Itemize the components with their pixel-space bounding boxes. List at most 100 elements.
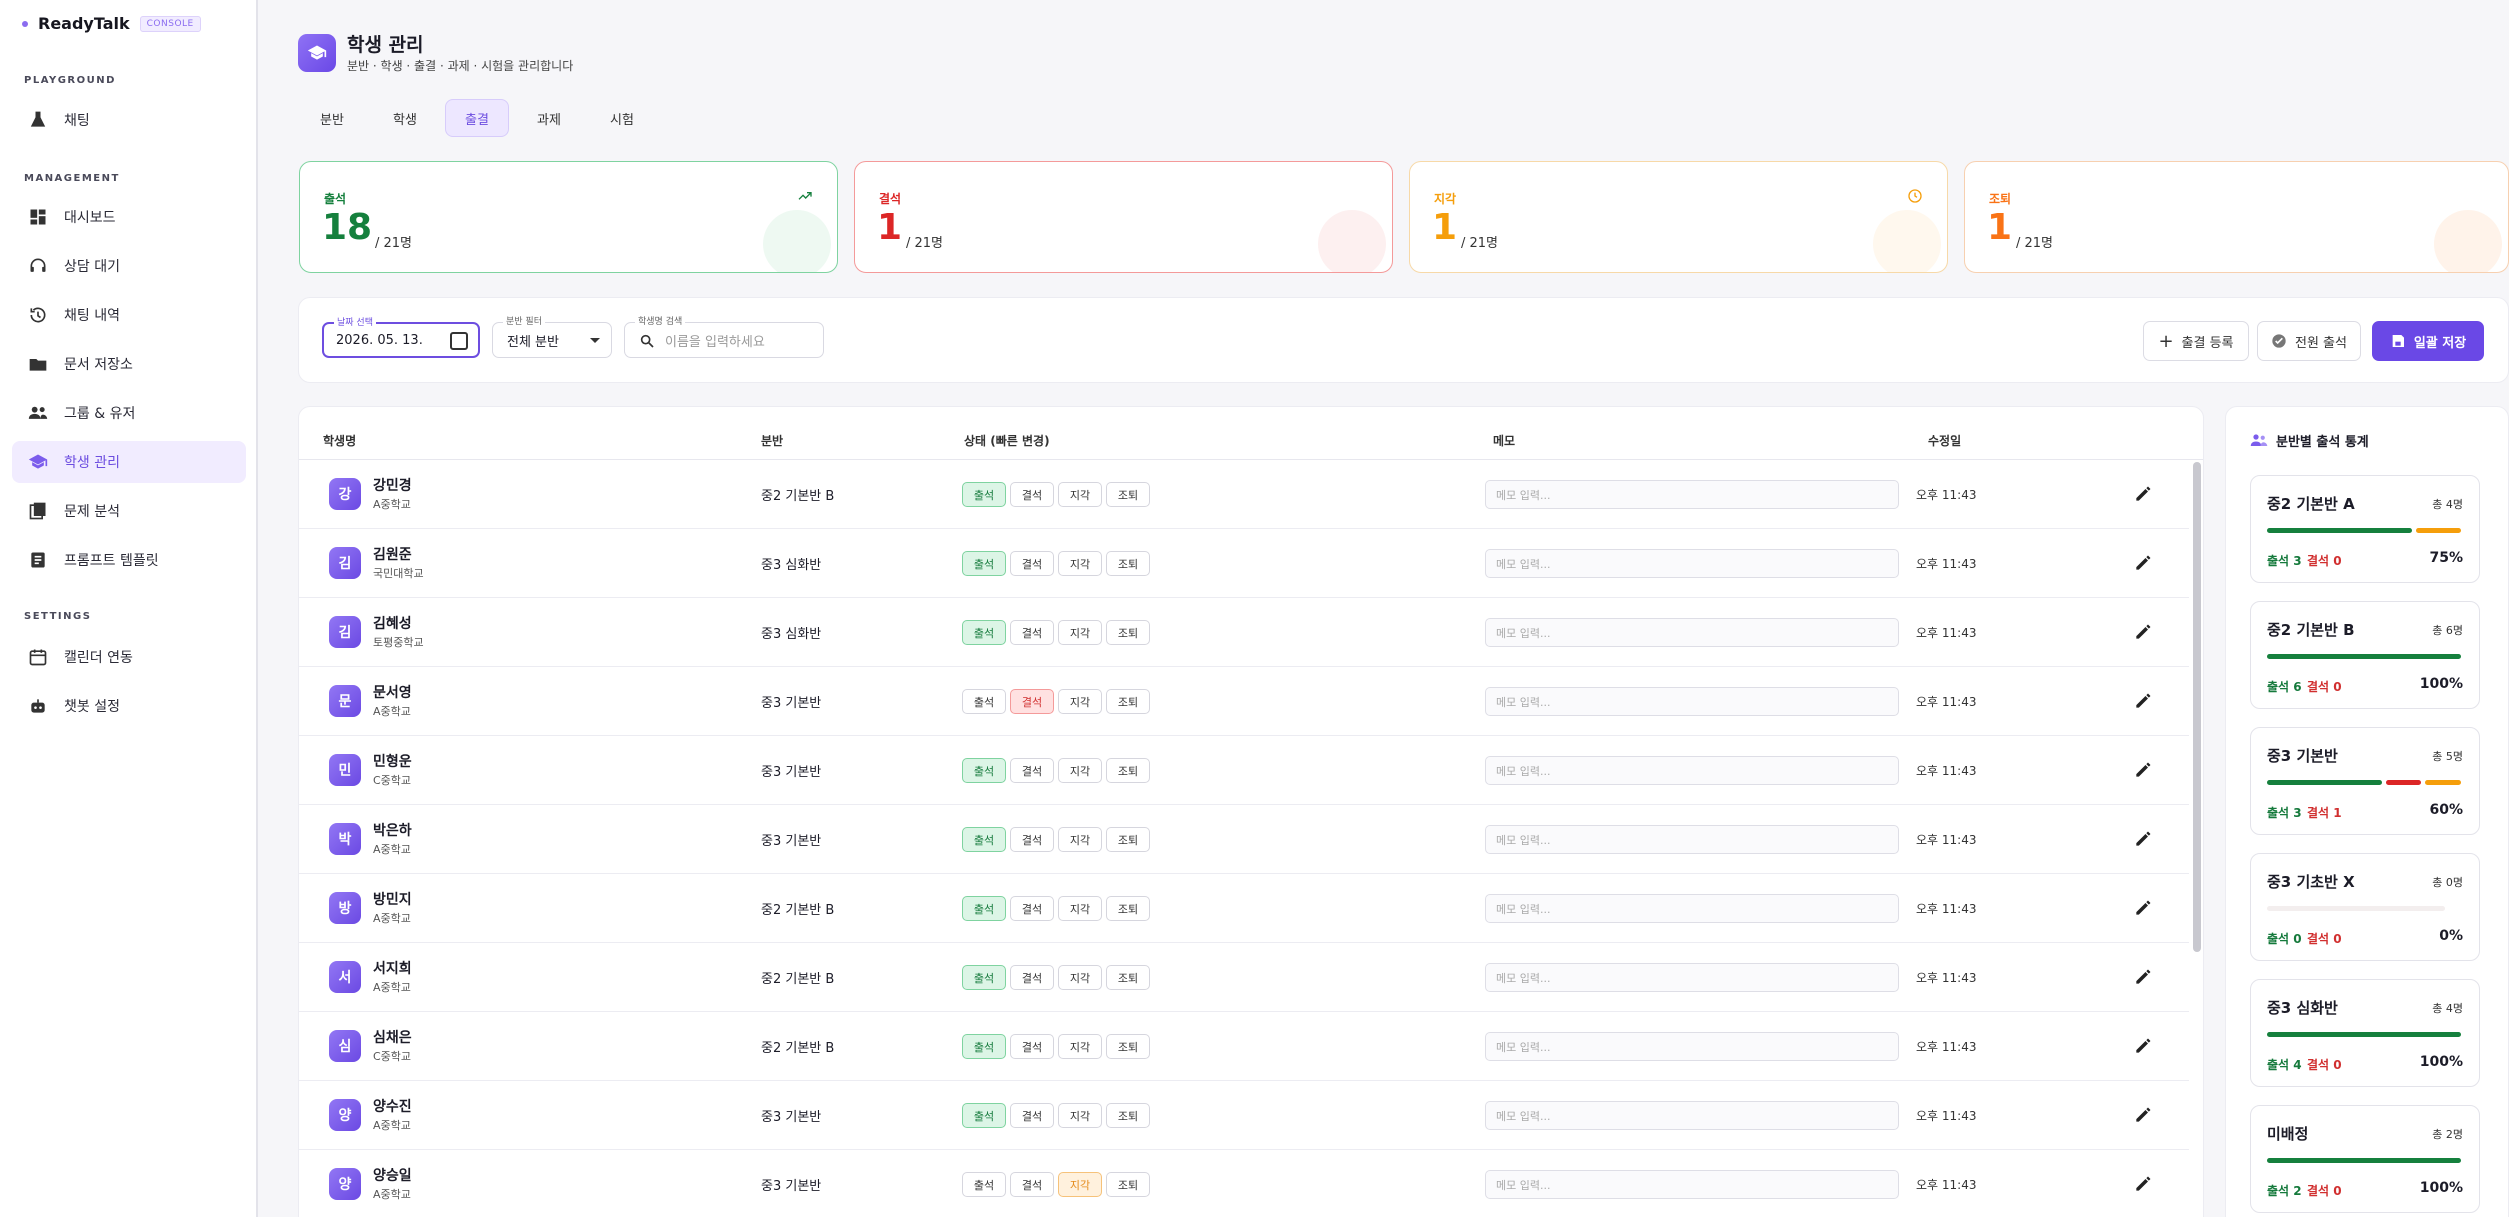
class-stat-card[interactable]: 미배정 총 2명 출석 2 결석 0 100% (2250, 1105, 2480, 1213)
status-chip[interactable]: 결석 (1010, 620, 1054, 645)
class-stat-card[interactable]: 중2 기본반 B 총 6명 출석 6 결석 0 100% (2250, 601, 2480, 709)
status-chip[interactable]: 결석 (1010, 551, 1054, 576)
edit-icon[interactable] (2133, 622, 2153, 642)
sidebar-item-robot[interactable]: 챗봇 설정 (12, 685, 246, 727)
tab-exams[interactable]: 시험 (598, 99, 646, 137)
memo-input[interactable]: 메모 입력... (1485, 963, 1899, 992)
status-chip[interactable]: 결석 (1010, 689, 1054, 714)
sidebar-item-users[interactable]: 그룹 & 유저 (12, 392, 246, 434)
tab-attendance[interactable]: 출결 (445, 99, 509, 137)
add-attendance-button[interactable]: + 출결 등록 (2143, 321, 2249, 361)
status-chip[interactable]: 지각 (1058, 896, 1102, 921)
edit-icon[interactable] (2133, 1174, 2153, 1194)
all-present-button[interactable]: 전원 출석 (2257, 321, 2361, 361)
tab-assignments[interactable]: 과제 (527, 99, 571, 137)
tab-classes[interactable]: 분반 (311, 99, 353, 137)
search-placeholder: 이름을 입력하세요 (665, 334, 765, 350)
sidebar-item-dashboard[interactable]: 대시보드 (12, 196, 246, 238)
edit-icon[interactable] (2133, 553, 2153, 573)
status-chip[interactable]: 출석 (962, 896, 1006, 921)
status-chip[interactable]: 지각 (1058, 551, 1102, 576)
status-chip[interactable]: 결석 (1010, 1172, 1054, 1197)
memo-input[interactable]: 메모 입력... (1485, 894, 1899, 923)
status-chip[interactable]: 결석 (1010, 896, 1054, 921)
edit-icon[interactable] (2133, 760, 2153, 780)
memo-input[interactable]: 메모 입력... (1485, 687, 1899, 716)
status-chip[interactable]: 조퇴 (1106, 689, 1150, 714)
status-chip[interactable]: 지각 (1058, 689, 1102, 714)
sidebar-item-quiz[interactable]: 문제 분석 (12, 490, 246, 532)
sidebar-item-flask[interactable]: 채팅 (12, 99, 246, 141)
sidebar-item-headset[interactable]: 상담 대기 (12, 245, 246, 287)
summary-label: 조퇴 (1989, 192, 2012, 206)
class-stat-card[interactable]: 중3 기초반 X 총 0명 출석 0 결석 0 0% (2250, 853, 2480, 961)
edit-icon[interactable] (2133, 691, 2153, 711)
status-chip[interactable]: 출석 (962, 758, 1006, 783)
status-chip[interactable]: 결석 (1010, 482, 1054, 507)
status-chip[interactable]: 지각 (1058, 1103, 1102, 1128)
status-chip[interactable]: 결석 (1010, 1034, 1054, 1059)
status-chip[interactable]: 지각 (1058, 758, 1102, 783)
memo-input[interactable]: 메모 입력... (1485, 1101, 1899, 1130)
status-chip[interactable]: 조퇴 (1106, 620, 1150, 645)
sidebar-item-school[interactable]: 학생 관리 (12, 441, 246, 483)
class-stat-card[interactable]: 중3 기본반 총 5명 출석 3 결석 1 60% (2250, 727, 2480, 835)
status-chip[interactable]: 조퇴 (1106, 1172, 1150, 1197)
status-chip[interactable]: 출석 (962, 1034, 1006, 1059)
status-chip[interactable]: 조퇴 (1106, 896, 1150, 921)
edit-icon[interactable] (2133, 1105, 2153, 1125)
class-stat-card[interactable]: 중3 심화반 총 4명 출석 4 결석 0 100% (2250, 979, 2480, 1087)
edit-icon[interactable] (2133, 829, 2153, 849)
status-chip[interactable]: 출석 (962, 827, 1006, 852)
status-chip[interactable]: 조퇴 (1106, 551, 1150, 576)
status-chip[interactable]: 지각 (1058, 482, 1102, 507)
sidebar-item-history[interactable]: 채팅 내역 (12, 294, 246, 336)
calendar-icon[interactable] (450, 332, 468, 350)
status-chip[interactable]: 결석 (1010, 758, 1054, 783)
sidebar-item-folder[interactable]: 문서 저장소 (12, 343, 246, 385)
edit-icon[interactable] (2133, 898, 2153, 918)
status-chip[interactable]: 조퇴 (1106, 758, 1150, 783)
status-chip[interactable]: 출석 (962, 689, 1006, 714)
memo-input[interactable]: 메모 입력... (1485, 549, 1899, 578)
student-name: 양수진 (373, 1099, 412, 1115)
memo-input[interactable]: 메모 입력... (1485, 480, 1899, 509)
memo-input[interactable]: 메모 입력... (1485, 1032, 1899, 1061)
status-chip[interactable]: 출석 (962, 965, 1006, 990)
status-chip[interactable]: 결석 (1010, 965, 1054, 990)
edit-icon[interactable] (2133, 484, 2153, 504)
tab-students[interactable]: 학생 (381, 99, 429, 137)
bulk-save-button[interactable]: 일괄 저장 (2372, 321, 2484, 361)
status-chip[interactable]: 출석 (962, 1172, 1006, 1197)
student-search-input[interactable]: 학생명 검색 이름을 입력하세요 (624, 314, 824, 358)
brand[interactable]: ReadyTalk CONSOLE (22, 14, 201, 33)
status-chip[interactable]: 출석 (962, 551, 1006, 576)
date-picker[interactable]: 날짜 선택 2026. 05. 13. (322, 315, 480, 358)
memo-input[interactable]: 메모 입력... (1485, 1170, 1899, 1199)
memo-input[interactable]: 메모 입력... (1485, 825, 1899, 854)
status-chip[interactable]: 결석 (1010, 1103, 1054, 1128)
status-chip[interactable]: 조퇴 (1106, 482, 1150, 507)
status-chip[interactable]: 출석 (962, 1103, 1006, 1128)
status-chip[interactable]: 조퇴 (1106, 965, 1150, 990)
table-scrollbar[interactable] (2193, 462, 2201, 952)
status-chip[interactable]: 출석 (962, 620, 1006, 645)
memo-input[interactable]: 메모 입력... (1485, 756, 1899, 785)
sidebar-item-template[interactable]: 프롬프트 템플릿 (12, 539, 246, 581)
class-stat-card[interactable]: 중2 기본반 A 총 4명 출석 3 결석 0 75% (2250, 475, 2480, 583)
status-chip[interactable]: 조퇴 (1106, 1103, 1150, 1128)
memo-input[interactable]: 메모 입력... (1485, 618, 1899, 647)
status-chip[interactable]: 지각 (1058, 1172, 1102, 1197)
status-chip[interactable]: 지각 (1058, 965, 1102, 990)
status-chip[interactable]: 지각 (1058, 620, 1102, 645)
status-chip[interactable]: 조퇴 (1106, 1034, 1150, 1059)
edit-icon[interactable] (2133, 1036, 2153, 1056)
status-chip[interactable]: 지각 (1058, 827, 1102, 852)
status-chip[interactable]: 출석 (962, 482, 1006, 507)
status-chip[interactable]: 조퇴 (1106, 827, 1150, 852)
class-filter-select[interactable]: 분반 필터 전체 분반 (492, 314, 612, 358)
status-chip[interactable]: 결석 (1010, 827, 1054, 852)
sidebar-item-calendar[interactable]: 캘린더 연동 (12, 636, 246, 678)
status-chip[interactable]: 지각 (1058, 1034, 1102, 1059)
edit-icon[interactable] (2133, 967, 2153, 987)
